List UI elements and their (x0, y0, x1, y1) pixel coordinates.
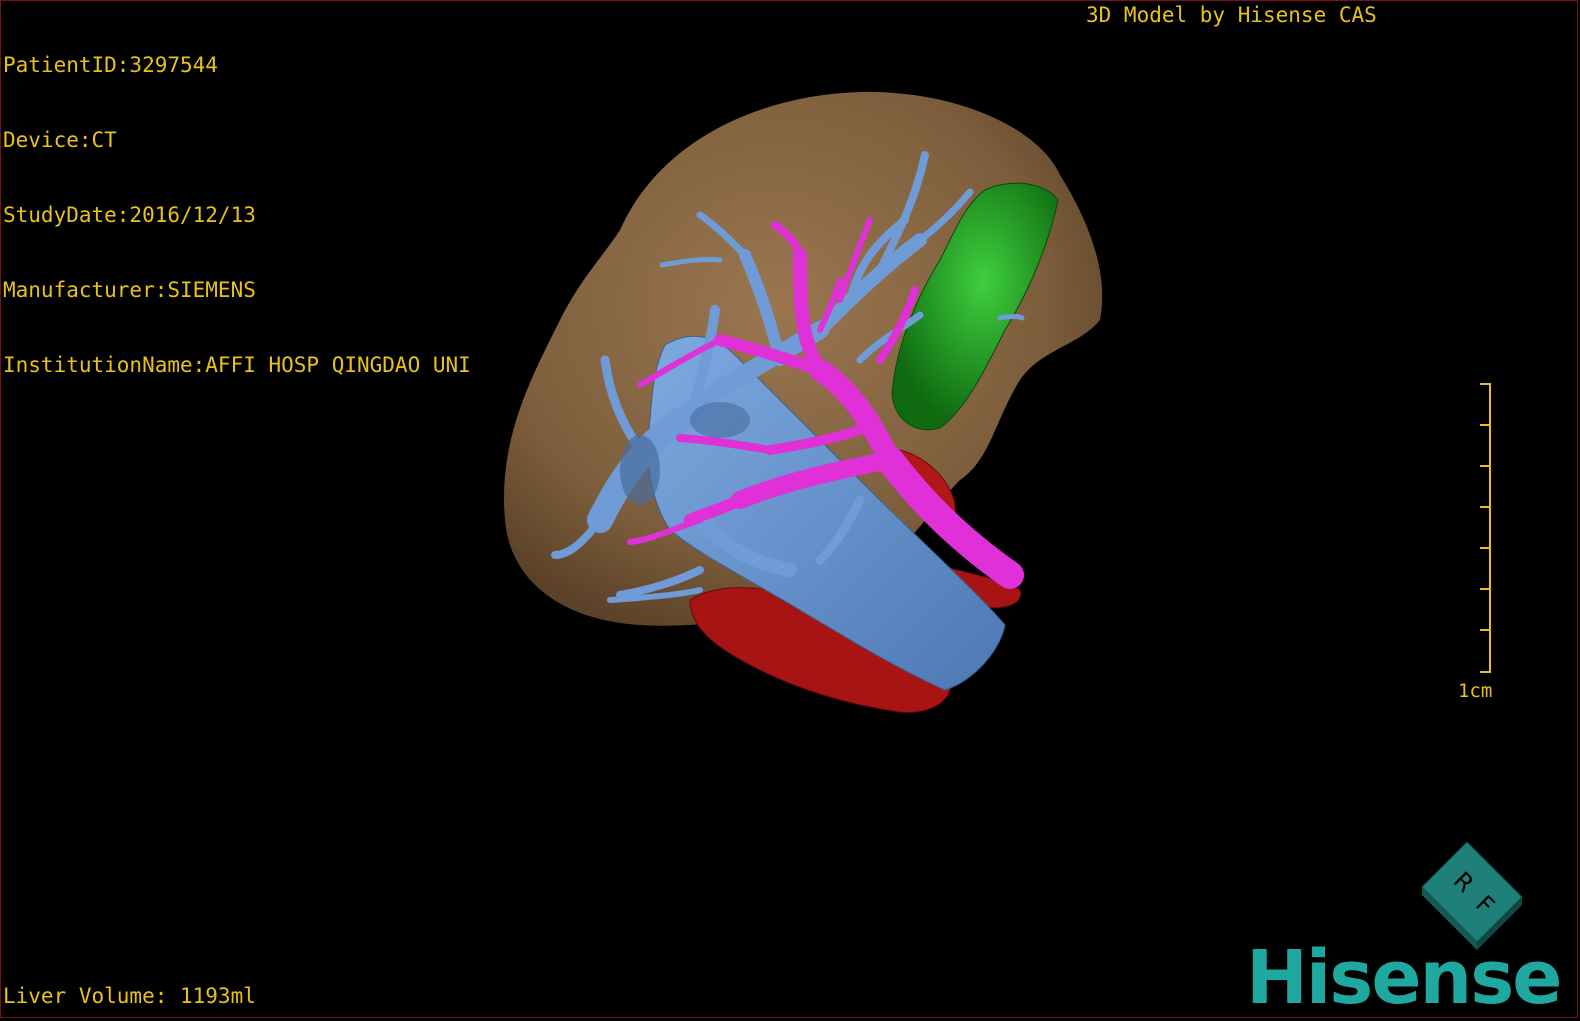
vein-shading (690, 402, 750, 438)
manufacturer-text: Manufacturer:SIEMENS (3, 278, 256, 302)
scale-bar (1480, 383, 1491, 673)
institution-text: InstitutionName:AFFI HOSP QINGDAO UNI (3, 353, 471, 377)
liver-volume-text: Liver Volume: 1193ml (3, 984, 256, 1008)
vein-shading (620, 435, 660, 505)
study-date-text: StudyDate:2016/12/13 (3, 203, 256, 227)
device-text: Device:CT (3, 128, 117, 152)
hisense-logo: Hisense (1246, 935, 1562, 1021)
scale-bar-label: 1cm (1458, 680, 1493, 702)
model-credit-text: 3D Model by Hisense CAS (1086, 3, 1377, 27)
patient-id-text: PatientID:3297544 (3, 53, 218, 77)
study-info-panel: PatientID:3297544 Device:CT StudyDate:20… (3, 3, 471, 403)
